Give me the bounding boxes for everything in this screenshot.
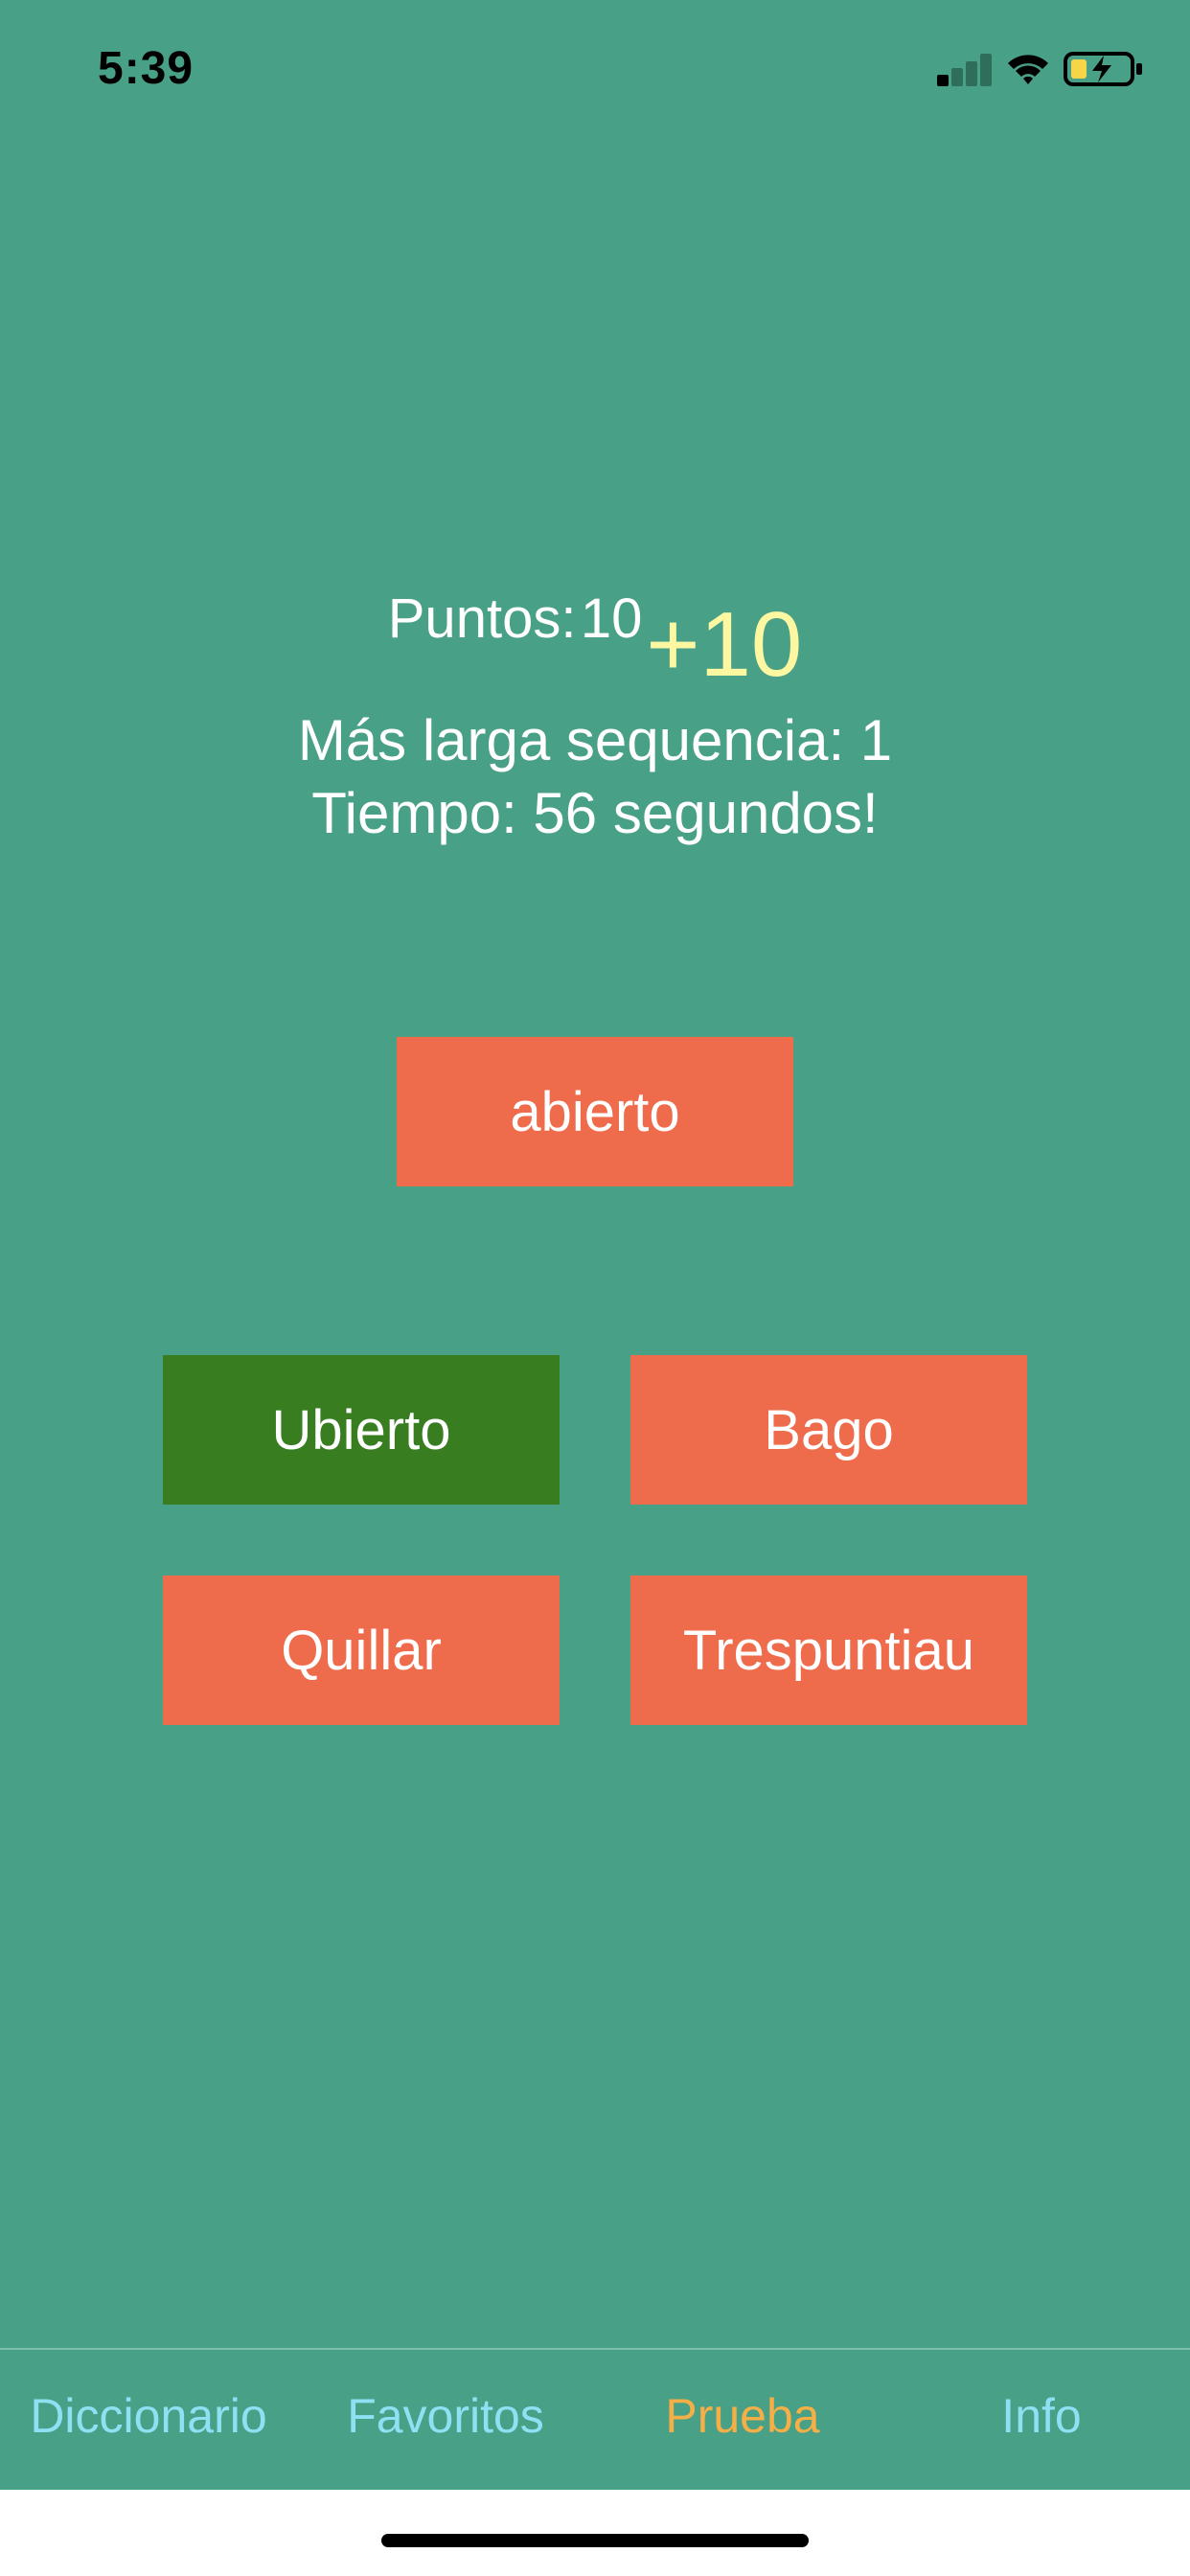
- answer-button-3[interactable]: Quillar: [163, 1576, 560, 1725]
- battery-charging-icon: [1064, 52, 1142, 86]
- longest-streak: Más larga sequencia: 1: [297, 708, 893, 772]
- time-remaining: Tiempo: 56 segundos!: [311, 781, 879, 845]
- score-value: 10: [580, 587, 643, 650]
- tab-prueba[interactable]: Prueba: [594, 2388, 891, 2444]
- score-label: Puntos:: [387, 587, 577, 650]
- wifi-icon: [1008, 55, 1048, 84]
- question-word: abierto: [397, 1037, 793, 1186]
- bonus-points: +10: [646, 593, 803, 696]
- answer-button-1[interactable]: Ubierto: [163, 1355, 560, 1505]
- home-indicator[interactable]: [381, 2534, 809, 2547]
- answer-button-2[interactable]: Bago: [630, 1355, 1027, 1505]
- tab-favoritos[interactable]: Favoritos: [297, 2388, 594, 2444]
- score-line: Puntos: 10+10: [0, 586, 1190, 702]
- tab-info[interactable]: Info: [893, 2388, 1190, 2444]
- answer-button-4[interactable]: Trespuntiau: [630, 1576, 1027, 1725]
- status-time: 5:39: [98, 43, 195, 94]
- cellular-signal-icon: [937, 54, 993, 86]
- tab-bar: Diccionario Favoritos Prueba Info: [0, 2348, 1190, 2492]
- home-indicator-area: [0, 2490, 1190, 2576]
- tab-diccionario[interactable]: Diccionario: [0, 2388, 297, 2444]
